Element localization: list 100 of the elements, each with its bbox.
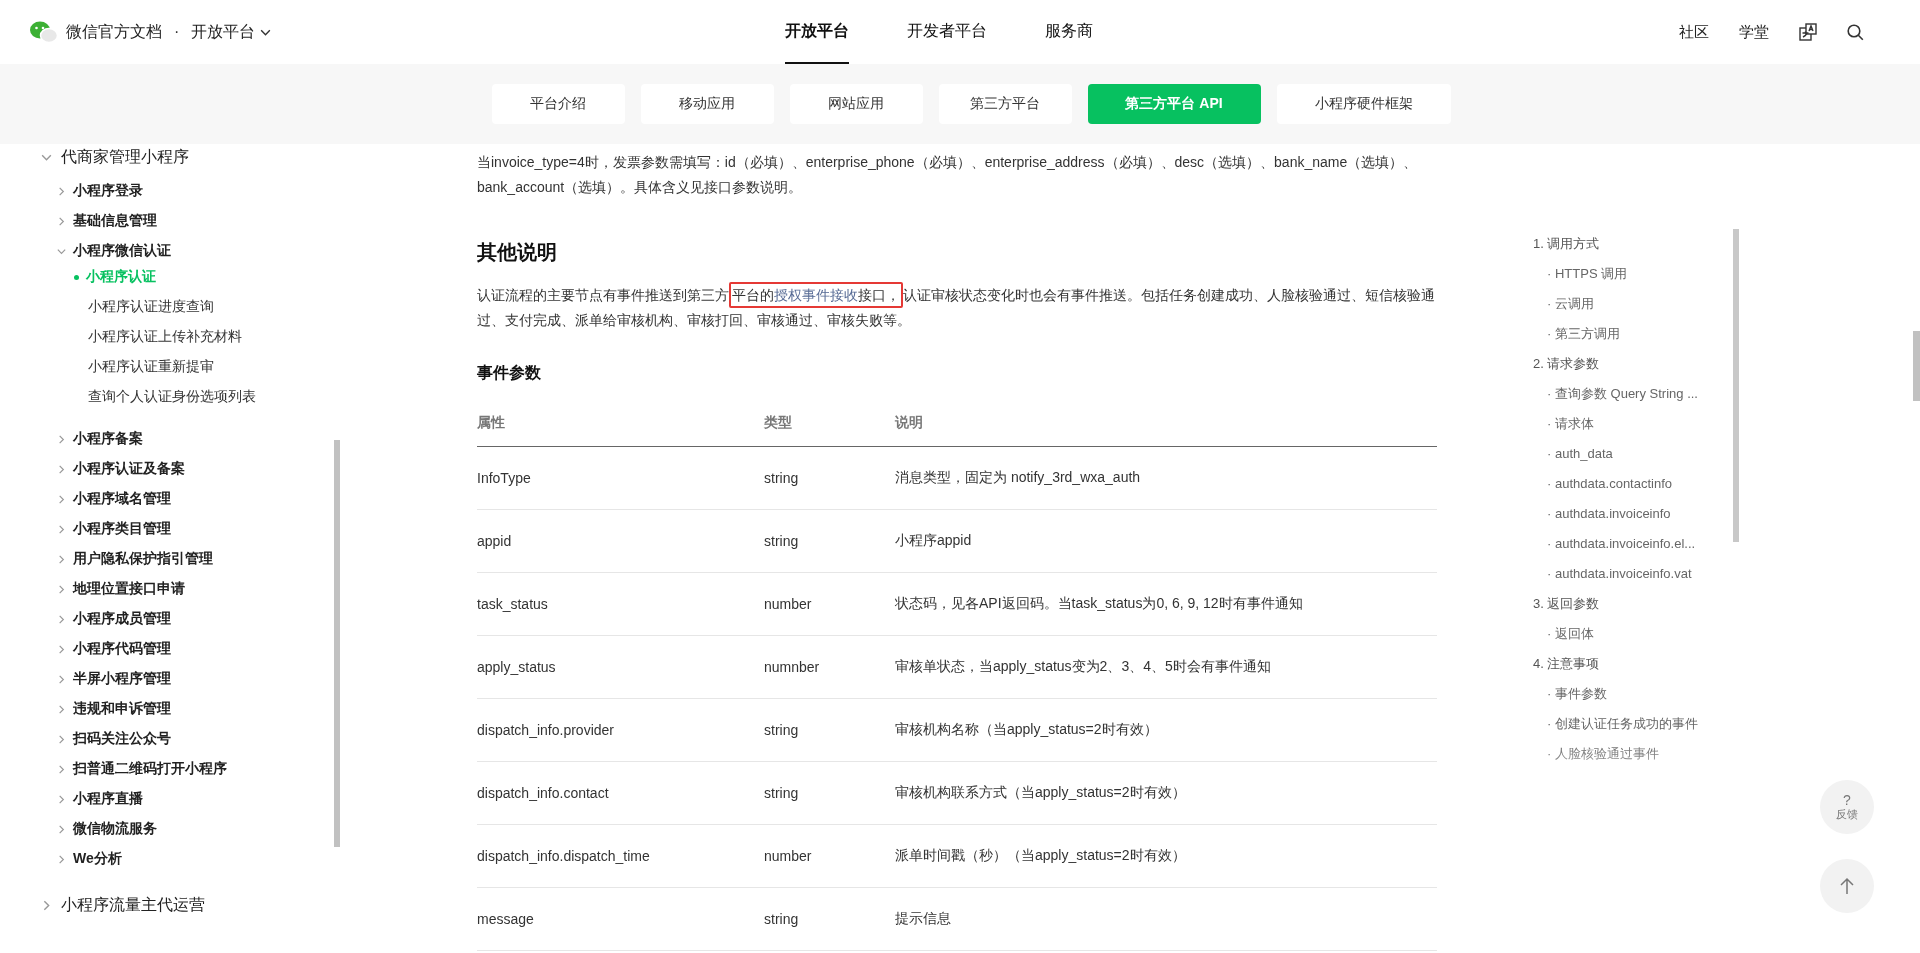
chevron-right-icon xyxy=(56,215,67,227)
column-header: 属性 xyxy=(477,413,506,432)
toc-item[interactable]: · authdata.contactinfo xyxy=(1533,469,1743,499)
sidebar-item[interactable]: 小程序登录 xyxy=(73,182,143,200)
toc-item[interactable]: · 事件参数 xyxy=(1533,679,1743,709)
table-cell-text: 审核机构联系方式（当apply_status=2时有效） xyxy=(895,784,1187,802)
chevron-right-icon xyxy=(56,613,67,625)
section-heading: 其他说明 xyxy=(477,240,558,265)
toc-item[interactable]: · 请求体 xyxy=(1533,409,1743,439)
nav-tab[interactable]: 开发者平台 xyxy=(907,0,987,64)
table-cell-text: dispatch_info.contact xyxy=(477,785,610,801)
header-link[interactable]: 学堂 xyxy=(1739,22,1769,42)
toc-item[interactable]: · authdata.invoiceinfo.vat xyxy=(1533,559,1743,589)
toc-item[interactable]: · 返回体 xyxy=(1533,619,1743,649)
toc-heading[interactable]: 1. 调用方式 xyxy=(1533,229,1743,259)
table-cell-text: InfoType xyxy=(477,470,532,486)
toc-item[interactable]: · auth_data xyxy=(1533,439,1743,469)
chevron-right-icon xyxy=(56,643,67,655)
toc-heading[interactable]: 2. 请求参数 xyxy=(1533,349,1743,379)
site-title[interactable]: 微信官方文档 xyxy=(66,21,162,43)
scrollbar-thumb[interactable] xyxy=(334,440,340,847)
chevron-right-icon xyxy=(56,553,67,565)
sidebar-item[interactable]: 小程序认证及备案 xyxy=(73,460,185,478)
toc-item[interactable]: · 云调用 xyxy=(1533,289,1743,319)
sidebar-item[interactable]: 小程序成员管理 xyxy=(73,610,171,628)
chevron-right-icon xyxy=(56,703,67,715)
table-cell-text: string xyxy=(764,533,800,549)
platform-dropdown[interactable]: 开放平台 xyxy=(191,21,273,43)
sidebar-subitem[interactable]: 小程序认证进度查询 xyxy=(0,292,214,322)
table-cell-text: number xyxy=(764,848,813,864)
logo-icon[interactable] xyxy=(30,21,58,43)
chevron-right-icon xyxy=(56,493,67,505)
translate-icon[interactable] xyxy=(1799,23,1817,41)
sidebar-item[interactable]: 小程序备案 xyxy=(73,430,143,448)
bullet-icon xyxy=(74,274,79,280)
nav-tab[interactable]: 服务商 xyxy=(1045,0,1093,64)
feedback-button[interactable]: ? 反馈 xyxy=(1820,780,1874,834)
table-cell-text: 派单时间戳（秒）（当apply_status=2时有效） xyxy=(895,847,1187,865)
category-tab[interactable]: 小程序硬件框架 xyxy=(1276,84,1451,124)
category-tab[interactable]: 第三方平台 xyxy=(938,84,1072,124)
sidebar-section[interactable]: 小程序流量主代运营 xyxy=(61,894,205,916)
table-cell-text: numnber xyxy=(764,659,821,675)
table-cell-text: apply_status xyxy=(477,659,557,675)
sidebar-item[interactable]: 扫码关注公众号 xyxy=(73,730,171,748)
sidebar-item[interactable]: 小程序类目管理 xyxy=(73,520,171,538)
table-cell-text: dispatch_info.dispatch_time xyxy=(477,848,651,864)
sidebar-item[interactable]: 小程序域名管理 xyxy=(73,490,171,508)
table-cell-text: string xyxy=(764,785,800,801)
chevron-right-icon xyxy=(56,823,67,835)
event-link[interactable]: 授权事件接收 xyxy=(774,287,858,303)
sidebar-subitem[interactable]: 小程序认证上传补充材料 xyxy=(0,322,242,352)
chevron-right-icon xyxy=(56,673,67,685)
sidebar-item[interactable]: 小程序微信认证 xyxy=(73,242,171,260)
category-tab[interactable]: 移动应用 xyxy=(640,84,774,124)
category-tab[interactable]: 平台介绍 xyxy=(491,84,625,124)
toc-item[interactable]: · authdata.invoiceinfo xyxy=(1533,499,1743,529)
subsection-heading: 事件参数 xyxy=(477,363,542,383)
sidebar-item[interactable]: 基础信息管理 xyxy=(73,212,157,230)
search-icon[interactable] xyxy=(1847,23,1864,41)
sidebar-item[interactable]: 违规和申诉管理 xyxy=(73,700,171,718)
sidebar-item[interactable]: 扫普通二维码打开小程序 xyxy=(73,760,227,778)
toc-heading[interactable]: 4. 注意事项 xyxy=(1533,649,1743,679)
toc-item[interactable]: · HTTPS 调用 xyxy=(1533,259,1743,289)
toc-item[interactable]: · 创建认证任务成功的事件 xyxy=(1533,709,1743,739)
table-cell-text: 小程序appid xyxy=(895,532,973,550)
table-cell-text: task_status xyxy=(477,596,549,612)
separator: · xyxy=(174,23,180,41)
sidebar-subitem[interactable]: 小程序认证重新提审 xyxy=(0,352,214,382)
chevron-right-icon xyxy=(56,583,67,595)
toc-item[interactable]: · 人脸核验通过事件 xyxy=(1533,739,1743,769)
chevron-right-icon xyxy=(56,853,67,865)
paragraph: 认证流程的主要节点有事件推送到第三方 平台的授权事件接收接口， 认证审核状态变化时也会有事件推送。包括任务创建成功、人脸核验通过、短信核验通过、支付完成、派单给审核机构、审核打回、审核通过、审核失败等。 xyxy=(477,283,1437,333)
toc-scrollbar[interactable] xyxy=(1733,229,1739,542)
header-link[interactable]: 社区 xyxy=(1679,22,1709,42)
paragraph: 当invoice_type=4时，发票参数需填写：id（必填）、enterprise_phone（必填）、enterprise_address（必填）、desc（选填）、bank_name（选填）、bank_account（选填）。具体含义见接口参数说明。 xyxy=(477,153,1419,197)
sidebar-item[interactable]: 小程序直播 xyxy=(73,790,143,808)
category-tab[interactable]: 网站应用 xyxy=(789,84,923,124)
sidebar-item[interactable]: 用户隐私保护指引管理 xyxy=(73,550,213,568)
sidebar-item[interactable]: 微信物流服务 xyxy=(73,820,157,838)
chevron-right-icon xyxy=(56,763,67,775)
toc-heading[interactable]: 3. 返回参数 xyxy=(1533,589,1743,619)
sidebar-item[interactable]: 半屏小程序管理 xyxy=(73,670,171,688)
sidebar-section[interactable]: 代商家管理小程序 xyxy=(61,146,189,168)
sidebar-subitem[interactable]: 查询个人认证身份选项列表 xyxy=(0,382,256,412)
table-cell-text: 提示信息 xyxy=(895,910,952,928)
table-cell-text: appid xyxy=(477,533,513,549)
sidebar-item[interactable]: We分析 xyxy=(73,850,122,868)
sidebar-item[interactable]: 地理位置接口申请 xyxy=(73,580,185,598)
table-cell-text: message xyxy=(477,911,535,927)
table-cell-text: string xyxy=(764,470,800,486)
toc-item[interactable]: · authdata.invoiceinfo.el... xyxy=(1533,529,1743,559)
page-scrollbar[interactable] xyxy=(1913,331,1920,401)
toc-item[interactable]: · 第三方调用 xyxy=(1533,319,1743,349)
chevron-right-icon xyxy=(56,185,67,197)
table-cell-text: 状态码，见各API返回码。当task_status为0, 6, 9, 12时有事件通知 xyxy=(895,595,1304,613)
toc-item[interactable]: · 查询参数 Query String ... xyxy=(1533,379,1743,409)
arrow-up-icon xyxy=(1839,877,1855,895)
column-header: 类型 xyxy=(764,413,793,432)
annotation-box: 平台的授权事件接收接口， xyxy=(729,282,903,308)
sidebar-item[interactable]: 小程序代码管理 xyxy=(73,640,171,658)
